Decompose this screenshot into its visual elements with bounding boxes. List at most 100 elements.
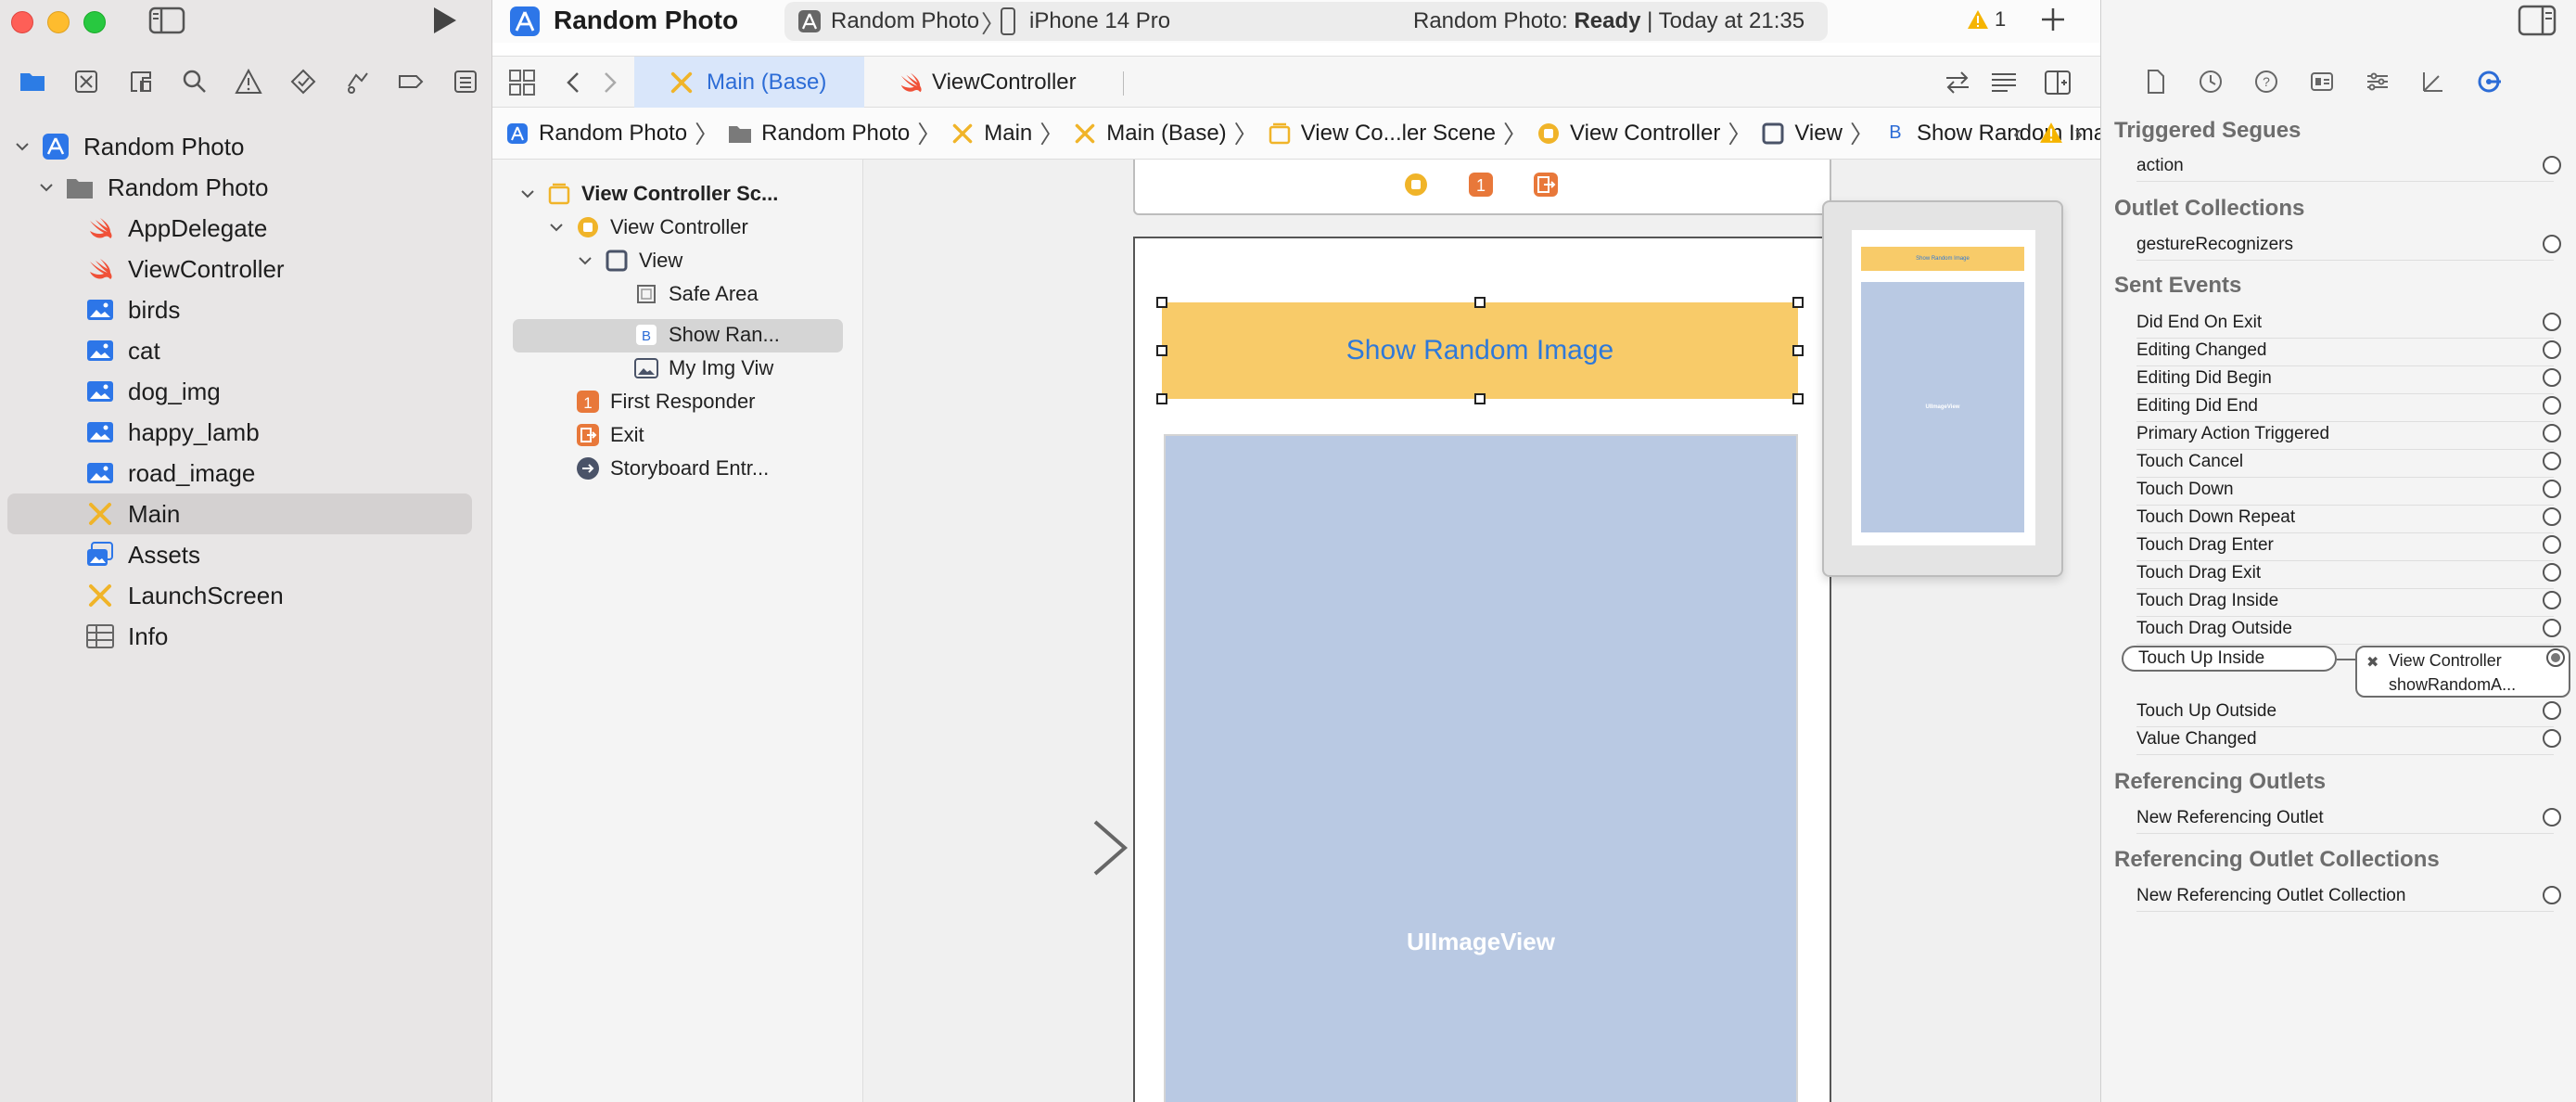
connection-row[interactable]: Touch Drag Outside — [2136, 617, 2561, 645]
connection-row[interactable]: Touch Drag Exit — [2136, 561, 2561, 589]
scheme-selector[interactable]: Random Photo — [831, 8, 979, 34]
close-window-button[interactable] — [11, 11, 33, 33]
tree-row-file[interactable]: ViewController — [0, 249, 492, 289]
minimize-window-button[interactable] — [47, 11, 70, 33]
view-controller-icon[interactable] — [1402, 171, 1430, 199]
breakpoint-icon[interactable] — [384, 63, 438, 100]
connection-row[interactable]: New Referencing Outlet Collection — [2136, 884, 2561, 912]
find-icon[interactable] — [168, 63, 222, 100]
breadcrumb-item[interactable]: View Controller — [1537, 121, 1720, 147]
storyboard-canvas[interactable]: 1 Show Random Image UIImageView Show Ran… — [863, 160, 2100, 1102]
size-icon[interactable] — [2415, 63, 2452, 100]
exit-icon[interactable] — [1532, 171, 1560, 199]
chevron-down-icon[interactable] — [518, 185, 537, 203]
tree-row-project[interactable]: Random Photo — [0, 126, 492, 167]
chevron-left-icon[interactable]: ‹ — [2013, 119, 2021, 148]
breadcrumb-item[interactable]: Random Photo — [505, 121, 687, 147]
connection-row[interactable]: Touch Drag Enter — [2136, 533, 2561, 561]
attributes-icon[interactable] — [2359, 63, 2396, 100]
my-img-view[interactable]: UIImageView — [1164, 434, 1798, 1102]
symbol-icon[interactable] — [114, 63, 168, 100]
connection-row[interactable]: Touch Down — [2136, 478, 2561, 506]
connection-row[interactable]: Touch Down Repeat — [2136, 506, 2561, 533]
outline-row-view-controller[interactable]: View Controller — [575, 211, 748, 243]
tree-row-file[interactable]: birds — [0, 289, 492, 330]
connection-row[interactable]: gestureRecognizers — [2136, 233, 2561, 261]
outline-row-exit[interactable]: Exit — [575, 419, 644, 451]
first-responder-icon[interactable]: 1 — [1467, 171, 1495, 199]
warning-badge[interactable]: 1 — [1967, 7, 2006, 32]
chevron-right-icon[interactable]: › — [2074, 119, 2083, 148]
tree-row-file[interactable]: Info — [0, 616, 492, 657]
breadcrumb-item[interactable]: B Show Random Image — [1883, 121, 2130, 147]
outline-row-button-selected[interactable]: B Show Ran... — [633, 319, 780, 351]
resize-handle[interactable] — [1156, 393, 1167, 404]
add-library-icon[interactable] — [2037, 4, 2069, 35]
tree-row-file[interactable]: dog_img — [0, 371, 492, 412]
entry-point-arrow-icon[interactable] — [947, 820, 1132, 876]
connections-icon[interactable] — [2470, 63, 2507, 100]
connection-row[interactable]: Did End On Exit — [2136, 311, 2561, 339]
connection-row[interactable]: action — [2136, 154, 2561, 182]
tree-row-file-selected[interactable]: Main — [7, 493, 472, 534]
touch-up-inside-event[interactable]: Touch Up Inside — [2122, 646, 2337, 672]
connection-well[interactable] — [2543, 480, 2561, 498]
outline-row-view[interactable]: View — [604, 245, 682, 276]
resize-handle[interactable] — [1792, 297, 1804, 308]
help-icon[interactable]: ? — [2248, 63, 2285, 100]
resize-handle[interactable] — [1156, 297, 1167, 308]
sidebar-toggle-icon[interactable] — [148, 6, 185, 35]
connection-row[interactable]: Touch Drag Inside — [2136, 589, 2561, 617]
breadcrumb-item[interactable]: Main (Base) — [1073, 121, 1227, 147]
resize-handle[interactable] — [1474, 297, 1486, 308]
connection-row[interactable]: Editing Changed — [2136, 339, 2561, 366]
test-icon[interactable] — [276, 63, 330, 100]
chevron-down-icon[interactable] — [576, 251, 594, 270]
tree-row-file[interactable]: AppDelegate — [0, 208, 492, 249]
outline-row-safe-area[interactable]: Safe Area — [633, 278, 759, 310]
tree-row-file[interactable]: Assets — [0, 534, 492, 575]
connection-well[interactable] — [2543, 156, 2561, 174]
breadcrumb-item[interactable]: Random Photo — [728, 121, 910, 147]
identity-icon[interactable] — [2303, 63, 2340, 100]
resize-handle[interactable] — [1474, 393, 1486, 404]
file-icon[interactable] — [2136, 63, 2174, 100]
swap-icon[interactable] — [1943, 68, 1972, 97]
history-icon[interactable] — [2192, 63, 2229, 100]
connection-well[interactable] — [2543, 396, 2561, 415]
connection-well[interactable] — [2543, 313, 2561, 331]
inspector-toggle-icon[interactable] — [2517, 4, 2557, 37]
outline-row-scene[interactable]: View Controller Sc... — [546, 178, 778, 210]
show-random-image-button[interactable]: Show Random Image — [1162, 302, 1798, 399]
breadcrumb-item[interactable]: Main — [950, 121, 1032, 147]
debug-icon[interactable] — [330, 63, 384, 100]
breadcrumb-item[interactable]: View Co...ler Scene — [1268, 121, 1496, 147]
tree-row-file[interactable]: road_image — [0, 453, 492, 493]
connection-row[interactable]: Primary Action Triggered — [2136, 422, 2561, 450]
connection-well[interactable] — [2543, 340, 2561, 359]
connection-well[interactable] — [2543, 452, 2561, 470]
resize-handle[interactable] — [1156, 345, 1167, 356]
connection-well[interactable] — [2543, 886, 2561, 904]
resize-handle[interactable] — [1792, 393, 1804, 404]
connection-well[interactable] — [2543, 368, 2561, 387]
connection-well[interactable] — [2543, 808, 2561, 826]
connection-well[interactable] — [2543, 701, 2561, 720]
connection-row[interactable]: New Referencing Outlet — [2136, 806, 2561, 834]
connection-well[interactable] — [2543, 729, 2561, 748]
chevron-down-icon[interactable] — [35, 176, 57, 199]
connection-well[interactable] — [2543, 507, 2561, 526]
resize-handle[interactable] — [1792, 345, 1804, 356]
connection-well[interactable] — [2543, 535, 2561, 554]
source-control-icon[interactable] — [59, 63, 113, 100]
tab-main-base[interactable]: Main (Base) — [634, 57, 864, 109]
connection-well[interactable] — [2543, 591, 2561, 609]
tab-viewcontroller[interactable]: ViewController — [873, 57, 1114, 109]
warning-icon[interactable] — [2039, 122, 2063, 144]
connection-well[interactable] — [2543, 563, 2561, 582]
run-icon[interactable] — [427, 4, 460, 37]
canvas-minimap[interactable]: Show Random Image UIImageView — [1822, 200, 2063, 577]
back-icon[interactable] — [559, 68, 589, 97]
connection-well[interactable] — [2543, 235, 2561, 253]
grid-icon[interactable] — [507, 68, 537, 97]
